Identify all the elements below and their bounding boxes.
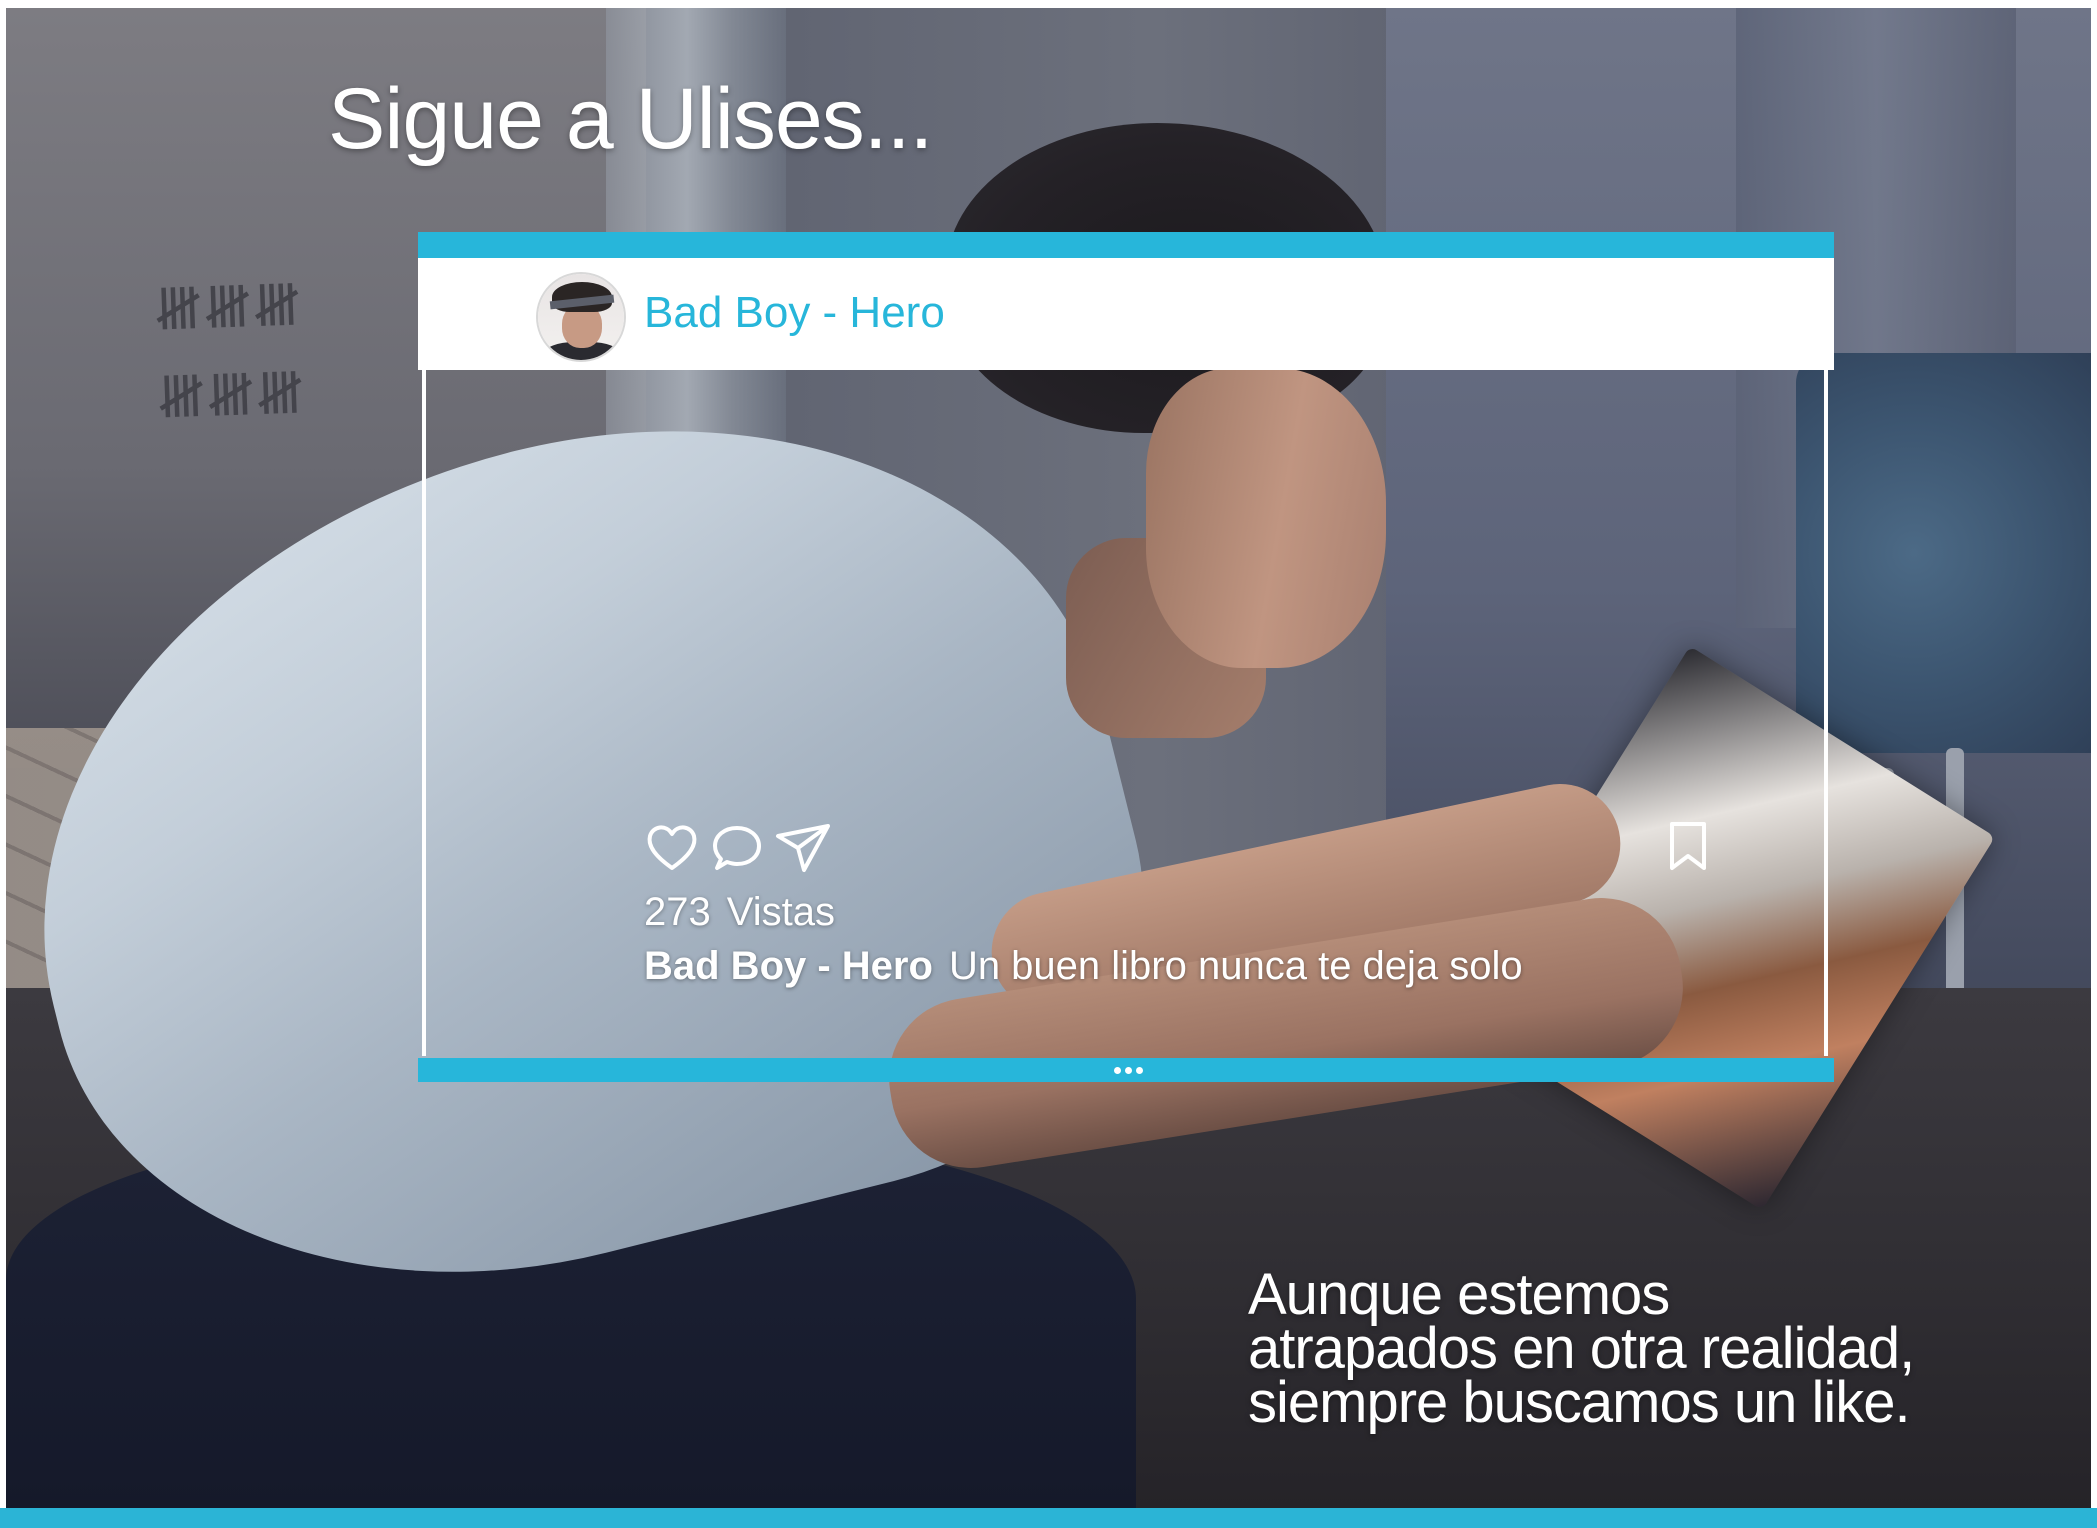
post-bottom-bar [418, 1058, 1834, 1082]
comment-bubble-icon[interactable] [710, 822, 764, 874]
tagline-line-1: Aunque estemos [1248, 1262, 1670, 1327]
post-username[interactable]: Bad Boy - Hero [644, 288, 945, 338]
avatar[interactable] [538, 274, 624, 360]
bottom-accent-bar [0, 1508, 2097, 1528]
more-options-icon[interactable] [1108, 1062, 1148, 1078]
paper-plane-icon[interactable] [774, 822, 832, 874]
blanket-on-chair [1796, 353, 2091, 753]
views-count: 273 Vistas [644, 890, 835, 935]
post-actions [644, 822, 832, 874]
post-top-bar [418, 232, 1834, 258]
post-caption: Bad Boy - Hero Un buen libro nunca te dej… [644, 944, 1523, 989]
social-post-card: Bad Boy - Hero 273 Vistas Bad Boy - Hero U… [418, 232, 1834, 1084]
tagline: Aunque estemos atrapados en otra realida… [1248, 1262, 2008, 1435]
views-label: Vistas [726, 890, 835, 934]
headline: Sigue a Ulises... [328, 71, 933, 167]
post-header: Bad Boy - Hero [418, 258, 1834, 370]
caption-username[interactable]: Bad Boy - Hero [644, 944, 933, 988]
wall-tally-marks: 𝍸𝍸𝍸 𝍸𝍸𝍸 [153, 270, 307, 432]
caption-text: Un buen libro nunca te deja solo [948, 944, 1523, 988]
tagline-line-3: siempre buscamos un like. [1248, 1370, 1911, 1435]
views-number: 273 [644, 890, 711, 934]
bookmark-icon[interactable] [1666, 820, 1710, 879]
heart-icon[interactable] [644, 822, 700, 874]
tagline-line-2: atrapados en otra realidad, [1248, 1316, 1915, 1381]
